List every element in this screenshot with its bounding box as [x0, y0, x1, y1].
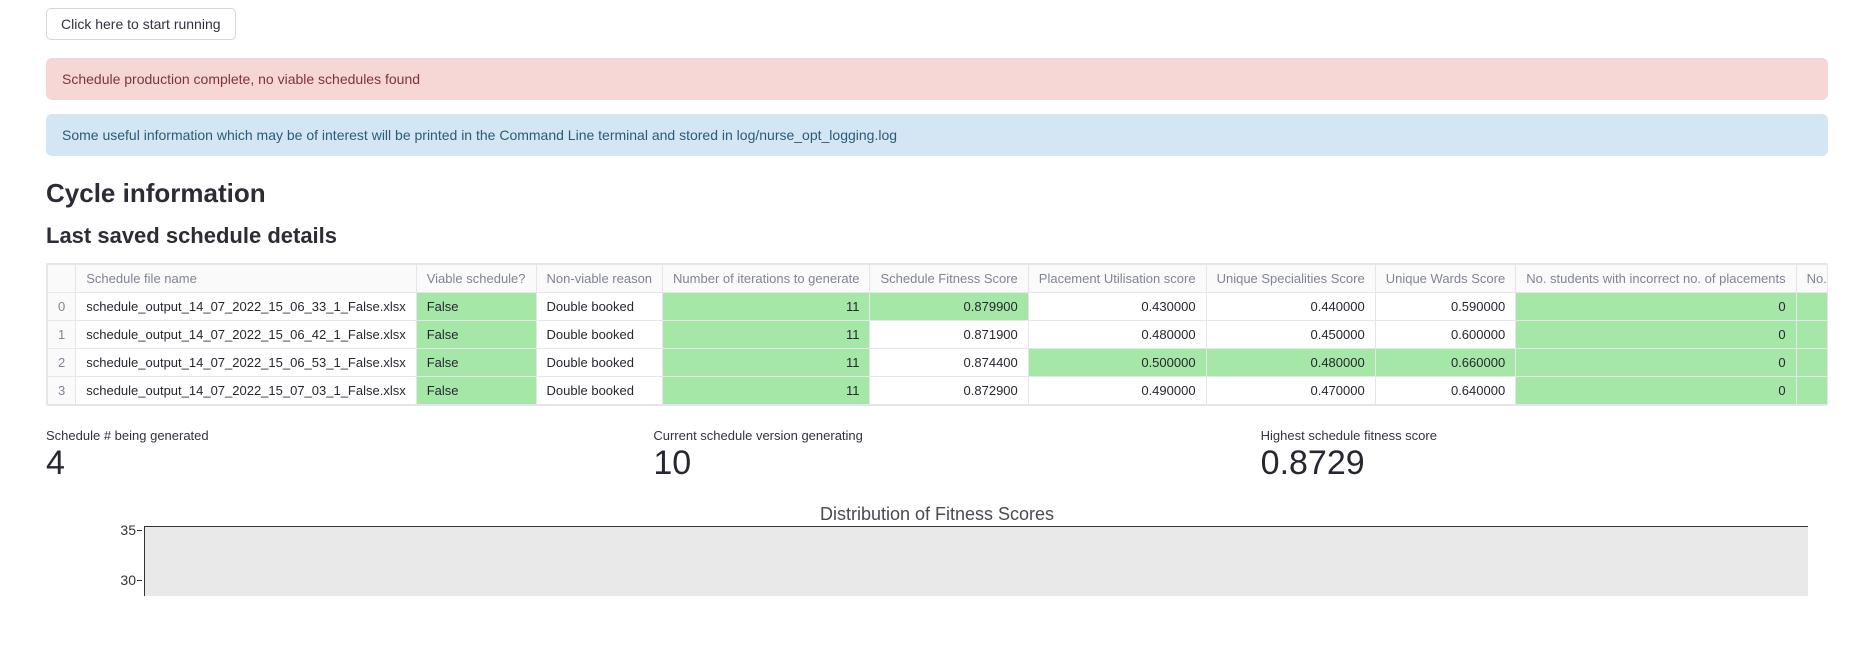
- cell-incorrect-length: [1796, 349, 1828, 377]
- last-saved-schedule-heading: Last saved schedule details: [46, 223, 1828, 249]
- metric-schedule-number: Schedule # being generated 4: [46, 428, 613, 482]
- start-running-button[interactable]: Click here to start running: [46, 8, 236, 40]
- cell-reason: Double booked: [536, 293, 663, 321]
- schedule-table: Schedule file name Viable schedule? Non-…: [47, 264, 1828, 405]
- metric-value: 0.8729: [1261, 445, 1828, 482]
- col-iterations: Number of iterations to generate: [663, 265, 870, 293]
- cell-viable: False: [416, 321, 536, 349]
- cell-filename: schedule_output_14_07_2022_15_06_33_1_Fa…: [76, 293, 417, 321]
- cell-incorrect-length: [1796, 321, 1828, 349]
- cell-reason: Double booked: [536, 349, 663, 377]
- cell-filename: schedule_output_14_07_2022_15_06_42_1_Fa…: [76, 321, 417, 349]
- col-unique-wards: Unique Wards Score: [1375, 265, 1515, 293]
- metric-label: Highest schedule fitness score: [1261, 428, 1828, 443]
- cycle-information-heading: Cycle information: [46, 178, 1828, 209]
- alert-info: Some useful information which may be of …: [46, 114, 1828, 156]
- cell-index: 1: [48, 321, 76, 349]
- cell-incorrect-students: 0: [1516, 377, 1796, 405]
- metric-value: 4: [46, 445, 613, 482]
- metric-highest-fitness: Highest schedule fitness score 0.8729: [1261, 428, 1828, 482]
- cell-filename: schedule_output_14_07_2022_15_06_53_1_Fa…: [76, 349, 417, 377]
- metric-schedule-version: Current schedule version generating 10: [653, 428, 1220, 482]
- cell-fitness: 0.871900: [870, 321, 1028, 349]
- col-incorrect-students: No. students with incorrect no. of place…: [1516, 265, 1796, 293]
- cell-reason: Double booked: [536, 377, 663, 405]
- col-unique-spec: Unique Specialities Score: [1206, 265, 1375, 293]
- cell-fitness: 0.879900: [870, 293, 1028, 321]
- cell-filename: schedule_output_14_07_2022_15_07_03_1_Fa…: [76, 377, 417, 405]
- metric-label: Current schedule version generating: [653, 428, 1220, 443]
- alert-error: Schedule production complete, no viable …: [46, 58, 1828, 100]
- table-row[interactable]: 3schedule_output_14_07_2022_15_07_03_1_F…: [48, 377, 1829, 405]
- col-fitness: Schedule Fitness Score: [870, 265, 1028, 293]
- col-filename: Schedule file name: [76, 265, 417, 293]
- schedule-table-container[interactable]: Schedule file name Viable schedule? Non-…: [46, 263, 1828, 406]
- cell-incorrect-length: [1796, 377, 1828, 405]
- cell-placement-util: 0.490000: [1028, 377, 1206, 405]
- col-reason: Non-viable reason: [536, 265, 663, 293]
- table-row[interactable]: 2schedule_output_14_07_2022_15_06_53_1_F…: [48, 349, 1829, 377]
- cell-unique-wards: 0.590000: [1375, 293, 1515, 321]
- cell-unique-spec: 0.440000: [1206, 293, 1375, 321]
- cell-placement-util: 0.430000: [1028, 293, 1206, 321]
- table-row[interactable]: 0schedule_output_14_07_2022_15_06_33_1_F…: [48, 293, 1829, 321]
- cell-incorrect-students: 0: [1516, 321, 1796, 349]
- metrics-row: Schedule # being generated 4 Current sch…: [46, 428, 1828, 482]
- col-viable: Viable schedule?: [416, 265, 536, 293]
- cell-placement-util: 0.500000: [1028, 349, 1206, 377]
- cell-reason: Double booked: [536, 321, 663, 349]
- cell-index: 3: [48, 377, 76, 405]
- cell-index: 2: [48, 349, 76, 377]
- cell-incorrect-students: 0: [1516, 293, 1796, 321]
- cell-fitness: 0.872900: [870, 377, 1028, 405]
- cell-placement-util: 0.480000: [1028, 321, 1206, 349]
- cell-unique-spec: 0.470000: [1206, 377, 1375, 405]
- chart-title: Distribution of Fitness Scores: [46, 504, 1828, 525]
- cell-incorrect-students: 0: [1516, 349, 1796, 377]
- chart-plot-area: [144, 526, 1808, 596]
- chart-ytick: 35: [106, 522, 136, 538]
- cell-incorrect-length: [1796, 293, 1828, 321]
- metric-label: Schedule # being generated: [46, 428, 613, 443]
- cell-iterations: 11: [663, 321, 870, 349]
- cell-viable: False: [416, 377, 536, 405]
- table-row[interactable]: 1schedule_output_14_07_2022_15_06_42_1_F…: [48, 321, 1829, 349]
- cell-viable: False: [416, 349, 536, 377]
- metric-value: 10: [653, 445, 1220, 482]
- col-index: [48, 265, 76, 293]
- cell-iterations: 11: [663, 349, 870, 377]
- cell-unique-wards: 0.600000: [1375, 321, 1515, 349]
- cell-unique-spec: 0.480000: [1206, 349, 1375, 377]
- cell-index: 0: [48, 293, 76, 321]
- cell-unique-wards: 0.660000: [1375, 349, 1515, 377]
- cell-unique-spec: 0.450000: [1206, 321, 1375, 349]
- cell-fitness: 0.874400: [870, 349, 1028, 377]
- fitness-distribution-chart: Distribution of Fitness Scores 35 30: [46, 504, 1828, 596]
- cell-viable: False: [416, 293, 536, 321]
- table-header-row: Schedule file name Viable schedule? Non-…: [48, 265, 1829, 293]
- cell-unique-wards: 0.640000: [1375, 377, 1515, 405]
- cell-iterations: 11: [663, 377, 870, 405]
- col-placement-util: Placement Utilisation score: [1028, 265, 1206, 293]
- col-incorrect-length: No. of placements with the incorrect len…: [1796, 265, 1828, 293]
- chart-ytick: 30: [106, 572, 136, 588]
- cell-iterations: 11: [663, 293, 870, 321]
